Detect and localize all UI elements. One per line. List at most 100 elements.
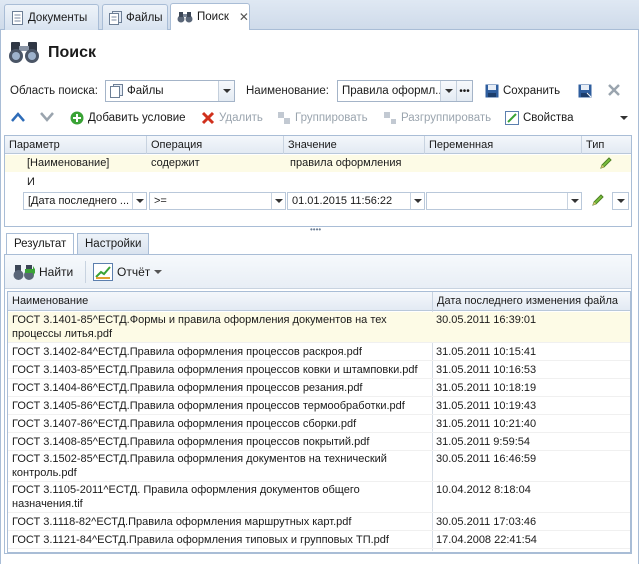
- save-label: Сохранить: [503, 85, 561, 97]
- table-row[interactable]: ГОСТ 3.1407-86^ЕСТД.Правила оформления п…: [8, 415, 630, 433]
- tab-label: Документы: [28, 11, 88, 24]
- name-cell: ГОСТ 3.1405-86^ЕСТД.Правила оформления п…: [12, 400, 405, 412]
- value-select[interactable]: 01.01.2015 11:56:22: [287, 192, 425, 210]
- plus-icon: [70, 111, 84, 125]
- table-row[interactable]: ГОСТ 3.1121-84^ЕСТД.Правила оформления т…: [8, 531, 630, 549]
- tab-settings[interactable]: Настройки: [77, 233, 150, 254]
- tab-label: Файлы: [126, 11, 163, 24]
- date-cell: 30.05.2011 17:03:46: [436, 516, 537, 528]
- table-row[interactable]: ГОСТ 3.1402-84^ЕСТД.Правила оформления п…: [8, 343, 630, 361]
- param-value: [Дата последнего ...: [28, 195, 130, 207]
- table-header: Наименование Дата последнего изменения ф…: [8, 292, 630, 311]
- condition-row[interactable]: [Дата последнего ... >= 01.01.2015 11:56…: [5, 191, 631, 211]
- move-up-icon[interactable]: [11, 112, 25, 122]
- ungroup-button[interactable]: Разгруппировать: [383, 111, 491, 125]
- column-header[interactable]: Операция: [147, 136, 284, 154]
- grip-icon: ••••: [310, 225, 322, 234]
- param-cell: [Наименование]: [27, 157, 110, 169]
- grid-header: Параметр Операция Значение Переменная Ти…: [5, 136, 631, 154]
- column-header[interactable]: Параметр: [5, 136, 147, 154]
- table-row[interactable]: ГОСТ 3.1502-85^ЕСТД.Правила оформления д…: [8, 451, 630, 482]
- page-title: Поиск: [48, 44, 97, 61]
- condition-row[interactable]: [Наименование] содержит правила оформлен…: [5, 155, 631, 172]
- name-select[interactable]: Правила оформл... •••: [337, 80, 473, 102]
- date-cell: 17.04.2008 22:41:54: [436, 534, 537, 546]
- overflow-chevron-icon[interactable]: [620, 116, 628, 120]
- move-down-icon[interactable]: [40, 112, 54, 122]
- chevron-down-icon[interactable]: [567, 193, 581, 209]
- delete-icon: [201, 111, 215, 125]
- properties-button[interactable]: Свойства: [505, 111, 574, 125]
- save-as-icon[interactable]: [578, 84, 592, 98]
- result-toolbar: Найти Отчёт: [5, 255, 631, 289]
- date-cell: 30.05.2011 16:39:01: [436, 314, 537, 326]
- chevron-down-icon: [616, 199, 625, 203]
- date-cell: 31.05.2011 10:16:53: [436, 364, 537, 376]
- name-cell: ГОСТ 3.1408-85^ЕСТД.Правила оформления п…: [12, 436, 370, 448]
- table-row[interactable]: ГОСТ 3.1408-85^ЕСТД.Правила оформления п…: [8, 433, 630, 451]
- table-row[interactable]: ГОСТ 3.1404-86^ЕСТД.Правила оформления п…: [8, 379, 630, 397]
- variable-select[interactable]: [426, 192, 582, 210]
- table-row[interactable]: ГОСТ 3.1105-2011^ЕСТД. Правила оформлени…: [8, 482, 630, 513]
- value-cell: правила оформления: [290, 157, 402, 169]
- table-row[interactable]: ГОСТ 3.1405-86^ЕСТД.Правила оформления п…: [8, 397, 630, 415]
- name-cell: ГОСТ 3.1121-84^ЕСТД.Правила оформления т…: [12, 534, 389, 546]
- tab-search[interactable]: Поиск ✕: [170, 3, 250, 30]
- tab-documents[interactable]: Документы: [4, 4, 99, 30]
- search-area-select[interactable]: Файлы: [105, 80, 235, 102]
- save-icon: [485, 84, 499, 98]
- chevron-down-icon[interactable]: [132, 193, 146, 209]
- date-cell: 10.04.2012 8:18:04: [436, 484, 531, 496]
- divider: [85, 261, 86, 283]
- table-row[interactable]: ГОСТ 3.1401-85^ЕСТД.Формы и правила офор…: [8, 312, 630, 343]
- results-table: Наименование Дата последнего изменения ф…: [7, 291, 631, 553]
- conjunction-label: И: [27, 176, 35, 188]
- chevron-down-icon[interactable]: [218, 81, 234, 101]
- group-button[interactable]: Группировать: [277, 111, 368, 125]
- column-header[interactable]: Дата последнего изменения файла: [433, 292, 630, 311]
- ungroup-label: Разгруппировать: [401, 112, 492, 124]
- pencil-icon[interactable]: [591, 193, 605, 207]
- param-select[interactable]: [Дата последнего ...: [23, 192, 147, 210]
- find-button[interactable]: Найти: [13, 263, 73, 281]
- column-header[interactable]: Переменная: [425, 136, 582, 154]
- chevron-down-icon[interactable]: [271, 193, 285, 209]
- column-header[interactable]: Наименование: [8, 292, 433, 311]
- delete-label: Удалить: [219, 112, 263, 124]
- column-header[interactable]: Тип: [582, 136, 631, 154]
- column-header[interactable]: Значение: [284, 136, 425, 154]
- name-cell: ГОСТ 3.1403-85^ЕСТД.Правила оформления п…: [12, 364, 418, 376]
- operation-value: >=: [154, 195, 167, 207]
- date-cell: 31.05.2011 10:18:19: [436, 382, 537, 394]
- group-label: Группировать: [295, 112, 368, 124]
- name-cell: ГОСТ 3.1404-86^ЕСТД.Правила оформления п…: [12, 382, 363, 394]
- more-icon[interactable]: •••: [456, 81, 472, 101]
- type-dropdown[interactable]: [612, 192, 629, 210]
- tab-result[interactable]: Результат: [6, 233, 75, 255]
- operation-select[interactable]: >=: [149, 192, 286, 210]
- tab-files[interactable]: Файлы: [102, 4, 168, 30]
- pencil-icon[interactable]: [599, 156, 613, 170]
- name-cell: ГОСТ 3.1502-85^ЕСТД.Правила оформления д…: [12, 453, 387, 479]
- date-cell: 31.05.2011 10:19:43: [436, 400, 537, 412]
- name-cell: ГОСТ 3.1118-82^ЕСТД.Правила оформления м…: [12, 516, 352, 528]
- splitter[interactable]: ••••: [0, 225, 639, 234]
- delete-button[interactable]: Удалить: [201, 111, 263, 125]
- clear-icon[interactable]: [607, 83, 621, 97]
- close-icon[interactable]: ✕: [239, 10, 249, 24]
- save-button[interactable]: Сохранить: [485, 84, 560, 98]
- search-area-value: Файлы: [127, 85, 164, 97]
- date-cell: 31.05.2011 9:59:54: [436, 436, 530, 448]
- chevron-down-icon[interactable]: [410, 193, 424, 209]
- group-icon: [277, 111, 291, 125]
- add-condition-button[interactable]: Добавить условие: [70, 111, 186, 125]
- files-icon: [109, 10, 122, 25]
- table-row[interactable]: ГОСТ 3.1403-85^ЕСТД.Правила оформления п…: [8, 361, 630, 379]
- chevron-down-icon[interactable]: [440, 81, 456, 101]
- table-row[interactable]: ГОСТ 3.1118-82^ЕСТД.Правила оформления м…: [8, 513, 630, 531]
- name-cell: ГОСТ 3.1402-84^ЕСТД.Правила оформления п…: [12, 346, 362, 358]
- report-button[interactable]: Отчёт: [93, 263, 163, 281]
- name-label: Наименование:: [246, 85, 329, 97]
- search-area-label: Область поиска:: [10, 85, 98, 97]
- value-value: 01.01.2015 11:56:22: [292, 195, 393, 207]
